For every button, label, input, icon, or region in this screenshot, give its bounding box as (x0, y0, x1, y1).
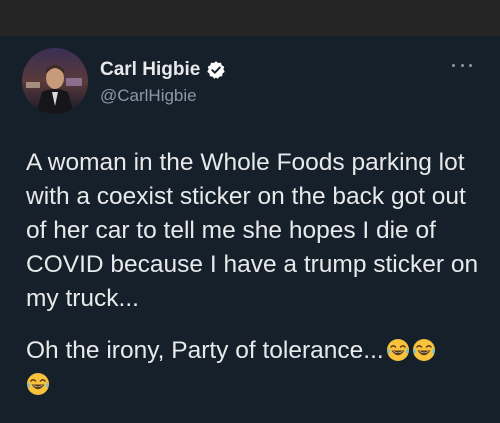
emoji-row (26, 372, 50, 397)
tweet-text-paragraph-2: Oh the irony, Party of tolerance... (26, 334, 488, 368)
tweet-text-paragraph-2-text: Oh the irony, Party of tolerance... (26, 337, 384, 364)
laughing-emoji-icon (27, 373, 49, 395)
laughing-emoji-icon (412, 339, 435, 361)
tweet-text-paragraph-1: A woman in the Whole Foods parking lot w… (26, 149, 479, 312)
author-name-row: Carl Higbie (100, 58, 226, 82)
author-handle[interactable]: @CarlHigbie (100, 85, 197, 107)
laughing-emoji-icon (386, 339, 409, 361)
more-options-icon[interactable] (452, 60, 472, 70)
tweet-card[interactable]: Carl Higbie @CarlHigbie A woman in the W… (0, 36, 500, 423)
verified-badge-icon (207, 61, 226, 79)
avatar[interactable] (22, 48, 88, 114)
top-bar (0, 0, 500, 36)
avatar-photo (22, 48, 88, 114)
author-name[interactable]: Carl Higbie (100, 58, 200, 82)
